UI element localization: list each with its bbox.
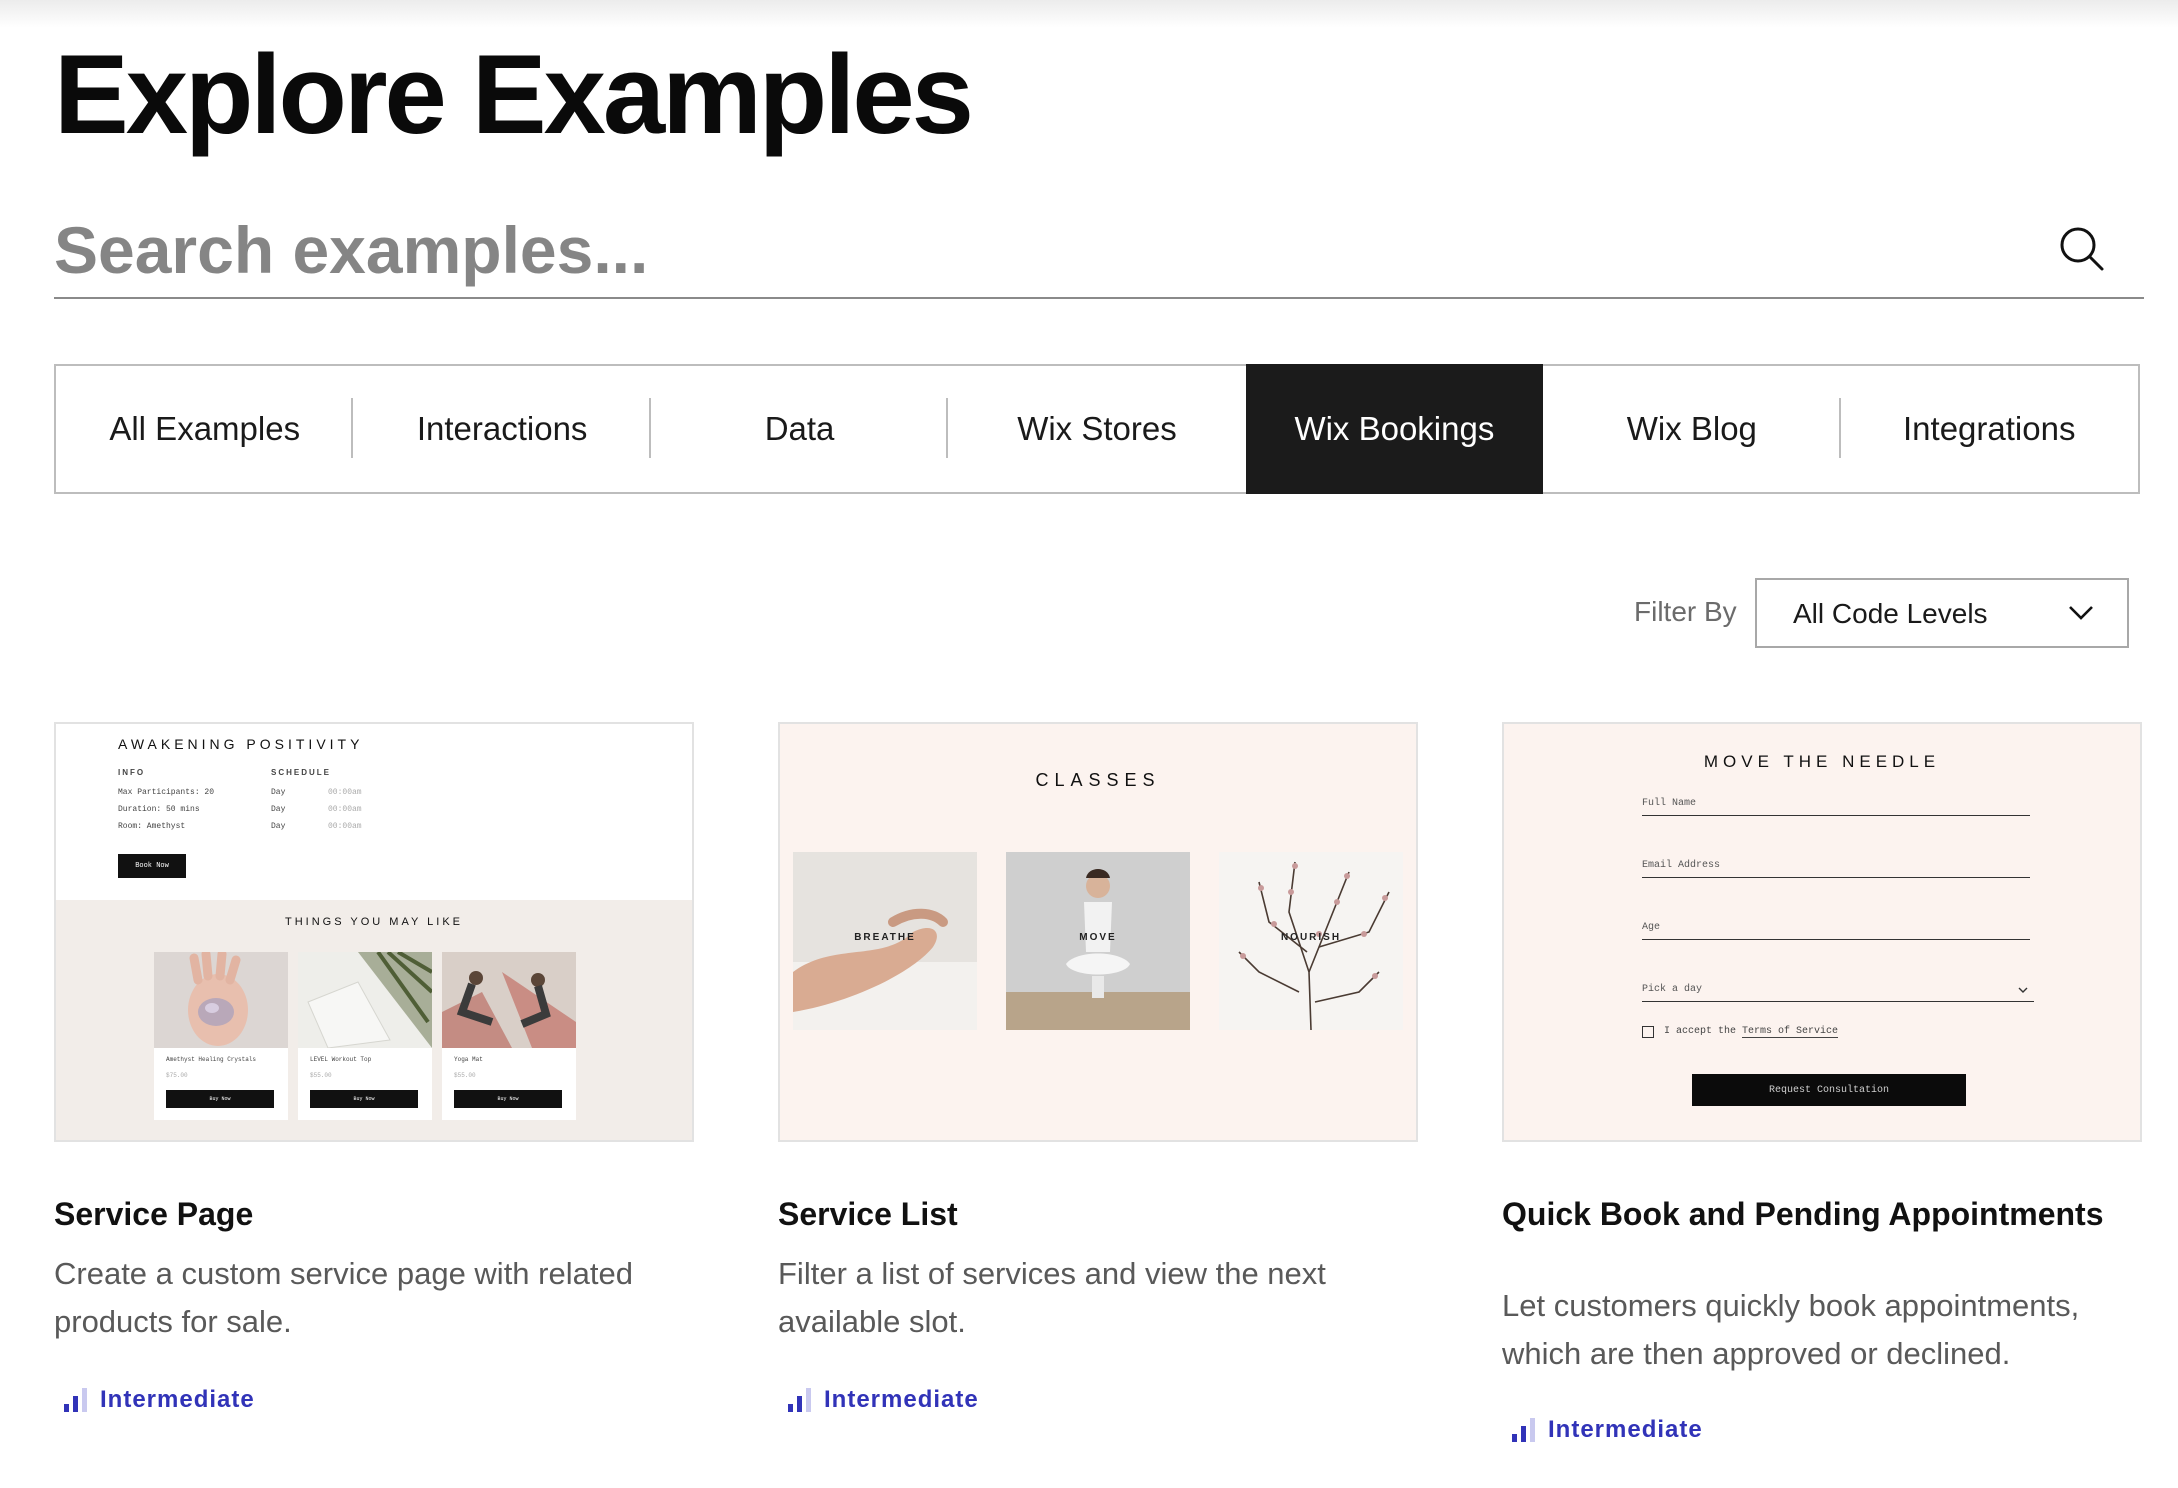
example-card-service-page: AWAKENING POSITIVITY INFO SCHEDULE Max P… bbox=[54, 722, 694, 1413]
level-bars-icon bbox=[788, 1388, 811, 1412]
tab-wix-blog[interactable]: Wix Blog bbox=[1543, 366, 1841, 492]
tab-wix-stores[interactable]: Wix Stores bbox=[948, 366, 1245, 492]
thumb-product-name: Yoga Mat bbox=[454, 1056, 483, 1063]
thumb-select-placeholder: Pick a day bbox=[1642, 984, 1703, 995]
tab-label: Integrations bbox=[1903, 410, 2076, 447]
thumb-info-row: Max Participants: 20 bbox=[118, 788, 215, 797]
thumb-info-row: Duration: 50 mins bbox=[118, 805, 200, 814]
thumbnail-service-list[interactable]: CLASSES BREATHE MOVE NOURISH bbox=[778, 722, 1418, 1142]
level-label: Intermediate bbox=[100, 1386, 255, 1413]
thumb-booking-form: MOVE THE NEEDLE Full Name Email Address … bbox=[1504, 724, 2140, 1140]
tab-label: Wix Stores bbox=[1017, 410, 1177, 447]
top-shadow bbox=[0, 0, 2178, 28]
thumb-heading: MOVE THE NEEDLE bbox=[1703, 752, 1941, 771]
thumb-classes: CLASSES BREATHE MOVE NOURISH bbox=[780, 724, 1416, 1140]
level-label: Intermediate bbox=[824, 1386, 979, 1413]
search-icon[interactable] bbox=[2058, 225, 2106, 273]
class-label: NOURISH bbox=[1280, 932, 1342, 943]
thumb-product-card: Amethyst Healing Crystals $75.00 Buy Now bbox=[154, 949, 288, 1120]
thumb-info-label: INFO bbox=[118, 768, 146, 777]
class-label: MOVE bbox=[1079, 932, 1117, 943]
card-description: Let customers quickly book appointments,… bbox=[1502, 1288, 2080, 1371]
thumb-heading: CLASSES bbox=[1035, 770, 1161, 790]
thumb-terms-text: I accept the Terms of Service bbox=[1664, 1026, 1839, 1038]
thumb-schedule-label: SCHEDULE bbox=[271, 768, 332, 777]
tab-data[interactable]: Data bbox=[651, 366, 949, 492]
thumb-field-full-name: Full Name bbox=[1642, 798, 2030, 816]
class-photo-nourish: NOURISH bbox=[1219, 852, 1403, 1030]
class-label: BREATHE bbox=[854, 932, 916, 943]
card-title[interactable]: Quick Book and Pending Appointments bbox=[1502, 1194, 2142, 1234]
card-description: Filter a list of services and view the n… bbox=[778, 1256, 1326, 1339]
thumb-product-card: LEVEL Workout Top $55.00 Buy Now bbox=[298, 950, 434, 1120]
workout-top-image bbox=[298, 950, 434, 1049]
thumb-product-card: Yoga Mat $55.00 Buy Now bbox=[442, 952, 576, 1120]
level-bars-icon bbox=[64, 1388, 87, 1412]
search-input[interactable] bbox=[54, 205, 2014, 295]
thumbnail-quick-book[interactable]: MOVE THE NEEDLE Full Name Email Address … bbox=[1502, 722, 2142, 1142]
thumb-terms-checkbox bbox=[1642, 1026, 1654, 1038]
card-title[interactable]: Service Page bbox=[54, 1194, 694, 1234]
tab-label: Data bbox=[764, 410, 835, 447]
thumb-buy-now-button: Buy Now bbox=[166, 1090, 274, 1108]
thumb-select-day: Pick a day bbox=[1642, 984, 2034, 1002]
card-description: Create a custom service page with relate… bbox=[54, 1256, 633, 1339]
yoga-mat-image bbox=[442, 952, 576, 1048]
tab-label: Interactions bbox=[416, 410, 588, 447]
category-tabs: All Examples Interactions Data Wix Store… bbox=[54, 364, 2140, 494]
tab-label: Wix Blog bbox=[1626, 410, 1757, 447]
thumb-related-heading: THINGS YOU MAY LIKE bbox=[284, 916, 464, 928]
crystal-hand-image bbox=[154, 949, 288, 1048]
example-card-service-list: CLASSES BREATHE MOVE NOURISH Service Lis… bbox=[778, 722, 1418, 1413]
thumb-heading: AWAKENING POSITIVITY bbox=[118, 736, 364, 752]
thumb-book-now-button: Book Now bbox=[118, 854, 186, 878]
thumb-product-name: LEVEL Workout Top bbox=[310, 1056, 372, 1063]
search-bar bbox=[54, 205, 2144, 299]
tab-interactions[interactable]: Interactions bbox=[353, 366, 651, 492]
thumb-buy-now-button: Buy Now bbox=[454, 1090, 562, 1108]
thumb-product-name: Amethyst Healing Crystals bbox=[166, 1056, 257, 1063]
thumb-schedule-time: 00:00am bbox=[328, 805, 362, 814]
thumbnail-service-page[interactable]: AWAKENING POSITIVITY INFO SCHEDULE Max P… bbox=[54, 722, 694, 1142]
level-bars-icon bbox=[1512, 1418, 1535, 1442]
tab-label: All Examples bbox=[109, 410, 301, 447]
thumb-schedule-day: Day bbox=[271, 788, 286, 797]
thumb-product-price: $75.00 bbox=[166, 1072, 188, 1079]
class-photo-breathe: BREATHE bbox=[793, 852, 977, 1030]
chevron-down-icon bbox=[2069, 606, 2093, 620]
thumb-field-age: Age bbox=[1642, 922, 2030, 940]
thumb-schedule-time: 00:00am bbox=[328, 822, 362, 831]
level-label: Intermediate bbox=[1548, 1416, 1703, 1443]
code-level-dropdown[interactable]: All Code Levels bbox=[1755, 578, 2129, 648]
thumb-field-email: Email Address bbox=[1642, 860, 2030, 878]
thumb-info-row: Room: Amethyst bbox=[118, 822, 186, 831]
page-title: Explore Examples bbox=[54, 32, 974, 157]
thumb-terms-link: Terms of Service bbox=[1742, 1026, 1839, 1038]
thumb-request-button: Request Consultation bbox=[1692, 1074, 1966, 1106]
dropdown-value: All Code Levels bbox=[1793, 598, 1988, 629]
tab-integrations[interactable]: Integrations bbox=[1841, 366, 2138, 492]
thumb-terms-prefix: I accept the bbox=[1664, 1026, 1737, 1037]
thumb-related-products: THINGS YOU MAY LIKE Amethyst Healing Cry… bbox=[56, 900, 692, 1140]
thumb-schedule-time: 00:00am bbox=[328, 788, 362, 797]
thumb-schedule-day: Day bbox=[271, 822, 286, 831]
thumb-product-price: $55.00 bbox=[454, 1072, 476, 1079]
tab-all-examples[interactable]: All Examples bbox=[56, 366, 354, 492]
code-level-badge: Intermediate bbox=[786, 1386, 979, 1414]
example-card-quick-book: MOVE THE NEEDLE Full Name Email Address … bbox=[1502, 722, 2142, 1443]
tab-wix-bookings[interactable]: Wix Bookings bbox=[1245, 364, 1544, 494]
thumb-schedule-day: Day bbox=[271, 805, 286, 814]
class-photo-move: MOVE bbox=[1006, 852, 1190, 1030]
card-title[interactable]: Service List bbox=[778, 1194, 1418, 1234]
code-level-badge: Intermediate bbox=[1510, 1416, 1703, 1444]
tab-label: Wix Bookings bbox=[1294, 410, 1495, 447]
chevron-down-icon bbox=[2018, 987, 2028, 993]
thumb-product-price: $55.00 bbox=[310, 1072, 332, 1079]
thumb-buy-now-button: Buy Now bbox=[310, 1090, 418, 1108]
code-level-badge: Intermediate bbox=[62, 1386, 255, 1414]
thumb-service-details: AWAKENING POSITIVITY INFO SCHEDULE Max P… bbox=[56, 724, 692, 900]
filter-label: Filter By bbox=[1634, 596, 1737, 627]
